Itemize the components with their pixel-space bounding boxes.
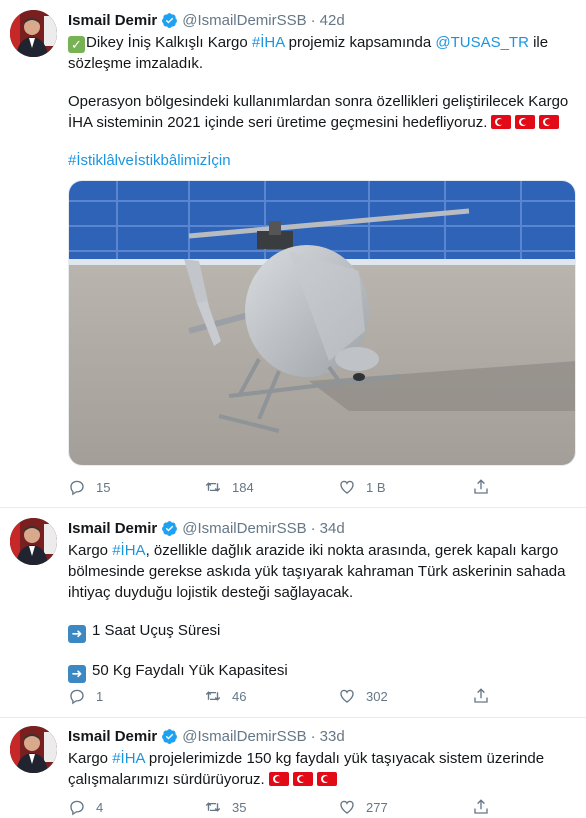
separator-dot: ·	[310, 519, 316, 537]
like-button[interactable]: 1 B	[338, 476, 386, 498]
reply-button[interactable]: 4	[68, 796, 103, 818]
drone-helicopter-photo	[69, 181, 575, 465]
author-name[interactable]: Ismail Demir	[68, 520, 157, 537]
right-arrow-icon: ➜	[68, 625, 86, 643]
tweet-actions: 4 35 277	[60, 796, 500, 818]
tweet-1[interactable]: Ismail Demir @IsmailDemirSSB · 42d ✓ Dike…	[0, 0, 586, 508]
reply-icon	[70, 689, 84, 705]
tweet-text: Kargo #İHA, özellikle dağlık arazide iki…	[68, 542, 566, 683]
avatar[interactable]	[10, 518, 57, 565]
author-name[interactable]: Ismail Demir	[68, 728, 157, 745]
turkish-flag-icon	[316, 772, 337, 786]
reply-button[interactable]: 15	[68, 476, 110, 498]
tweet-actions: 15 184 1 B	[60, 476, 500, 498]
retweet-icon	[205, 802, 221, 812]
right-arrow-icon: ➜	[68, 665, 86, 683]
share-button[interactable]	[472, 476, 490, 498]
tweet-header: Ismail Demir @IsmailDemirSSB · 33d	[68, 726, 345, 746]
tweet-time[interactable]: 34d	[320, 520, 345, 537]
retweet-icon	[205, 691, 221, 701]
like-icon	[340, 689, 354, 703]
tweet-actions: 1 46 302	[60, 685, 500, 707]
retweet-button[interactable]: 46	[204, 685, 246, 707]
author-handle[interactable]: @IsmailDemirSSB	[182, 12, 306, 29]
tweet-text: Kargo #İHA projelerimizde 150 kg faydalı…	[68, 750, 545, 788]
turkish-flag-icon	[539, 115, 560, 129]
turkish-flag-icon	[491, 115, 512, 129]
retweet-button[interactable]: 184	[204, 476, 254, 498]
author-handle[interactable]: @IsmailDemirSSB	[182, 520, 306, 537]
tweet-photo[interactable]	[68, 180, 576, 466]
avatar[interactable]	[10, 726, 57, 773]
separator-dot: ·	[310, 11, 316, 29]
verified-badge-icon	[162, 520, 178, 536]
turkish-flag-icon	[515, 115, 536, 129]
retweet-button[interactable]: 35	[204, 796, 246, 818]
tweet-2[interactable]: Ismail Demir @IsmailDemirSSB · 34d Kargo…	[0, 508, 586, 718]
share-icon	[474, 479, 488, 494]
avatar[interactable]	[10, 10, 57, 57]
share-icon	[474, 688, 488, 703]
verified-badge-icon	[162, 12, 178, 28]
check-mark-icon: ✓	[68, 36, 85, 53]
like-button[interactable]: 302	[338, 685, 388, 707]
reply-icon	[70, 800, 84, 816]
tweet-time[interactable]: 42d	[320, 12, 345, 29]
tweet-text: ✓ Dikey İniş Kalkışlı Kargo #İHA projemiz…	[68, 32, 576, 171]
reply-icon	[70, 480, 84, 496]
share-icon	[474, 799, 488, 814]
like-icon	[340, 800, 354, 814]
mention-link[interactable]: @TUSAS_TR	[435, 34, 529, 51]
turkish-flag-icon	[268, 772, 289, 786]
retweet-icon	[205, 482, 221, 492]
author-name[interactable]: Ismail Demir	[68, 12, 157, 29]
reply-button[interactable]: 1	[68, 685, 103, 707]
like-icon	[340, 480, 354, 494]
tweet-3[interactable]: Ismail Demir @IsmailDemirSSB · 33d Kargo…	[0, 718, 586, 818]
separator-dot: ·	[310, 727, 316, 745]
hashtag-link[interactable]: #İstiklâlveİstikbâlimizİçin	[68, 150, 576, 171]
verified-badge-icon	[162, 728, 178, 744]
hashtag-link[interactable]: #İHA	[112, 750, 145, 767]
tweet-header: Ismail Demir @IsmailDemirSSB · 34d	[68, 518, 345, 538]
tweet-header: Ismail Demir @IsmailDemirSSB · 42d	[68, 10, 345, 30]
tweet-time[interactable]: 33d	[320, 728, 345, 745]
share-button[interactable]	[472, 685, 490, 707]
turkish-flag-icon	[292, 772, 313, 786]
like-button[interactable]: 277	[338, 796, 388, 818]
hashtag-link[interactable]: #İHA	[112, 542, 145, 559]
author-handle[interactable]: @IsmailDemirSSB	[182, 728, 306, 745]
hashtag-link[interactable]: #İHA	[252, 34, 285, 51]
share-button[interactable]	[472, 796, 490, 818]
